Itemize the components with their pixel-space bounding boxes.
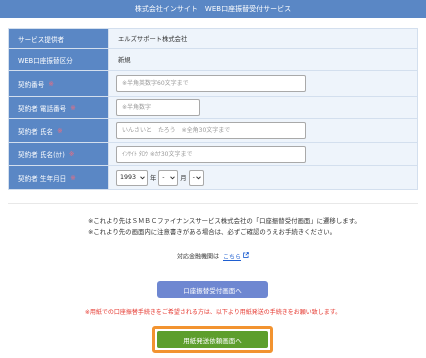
- chevron-down-icon: [170, 175, 176, 180]
- row-transfer-type: WEB口座振替区分 新規: [9, 49, 417, 71]
- birth-month-select[interactable]: -: [158, 169, 179, 186]
- required-mark: ※: [57, 126, 63, 135]
- required-mark: ※: [70, 173, 76, 182]
- paper-request-note: ※用紙での口座振替手続きをご希望される方は、以下より用紙発送の手続きをお願い致し…: [84, 309, 342, 316]
- contract-number-input[interactable]: [116, 75, 306, 92]
- required-mark: ※: [48, 79, 54, 88]
- birth-year-select[interactable]: 1993: [116, 169, 148, 186]
- birthdate-label: 契約者 生年月日 ※: [9, 166, 109, 189]
- note-line-1: ※これより先はＳＭＢＣファイナンスサービス株式会社の「口座振替受付画面」に遷移し…: [88, 217, 361, 225]
- name-kana-label-text: 契約者 氏名(ｶﾅ): [18, 151, 65, 159]
- note-line-2: ※これより先の画面内に注意書きがある場合は、必ずご確認のうえお手続きください。: [88, 228, 337, 236]
- contract-number-cell: [109, 71, 417, 96]
- service-provider-label-text: サービス提供者: [18, 35, 65, 44]
- page-header: 株式会社インサイト WEB口座振替受付サービス: [0, 0, 426, 18]
- section-divider: [8, 203, 418, 204]
- row-name: 契約者 氏名 ※: [9, 119, 417, 143]
- name-cell: [109, 119, 417, 142]
- contract-number-label-text: 契約番号: [18, 80, 45, 89]
- row-name-kana: 契約者 氏名(ｶﾅ) ※: [9, 143, 417, 166]
- service-provider-label: サービス提供者: [9, 29, 109, 48]
- institutions-link[interactable]: こちら: [223, 254, 241, 261]
- birth-day-select[interactable]: -: [188, 169, 204, 186]
- birth-day-value: -: [192, 174, 195, 181]
- transition-notes: ※これより先はＳＭＢＣファイナンスサービス株式会社の「口座振替受付画面」に遷移し…: [88, 216, 418, 238]
- name-kana-label: 契約者 氏名(ｶﾅ) ※: [9, 143, 109, 165]
- year-unit: 年: [150, 175, 157, 182]
- service-provider-value-text: エルズサポート株式会社: [118, 36, 188, 43]
- birthdate-label-text: 契約者 生年月日: [18, 174, 67, 183]
- name-kana-input[interactable]: [116, 145, 306, 163]
- required-mark: ※: [70, 103, 76, 112]
- application-form-table: サービス提供者 エルズサポート株式会社 WEB口座振替区分 新規 契約番号 ※ …: [8, 28, 418, 190]
- birthdate-cell: 1993 年 - 月 -: [109, 166, 417, 189]
- paper-request-button[interactable]: 用紙発送依頼画面へ: [157, 331, 268, 348]
- month-unit: 月: [180, 175, 187, 182]
- institutions-prefix: 対応金融機関は: [176, 253, 219, 261]
- birth-year-value: 1993: [120, 174, 137, 181]
- phone-input[interactable]: [116, 99, 200, 116]
- row-service-provider: サービス提供者 エルズサポート株式会社: [9, 29, 417, 49]
- phone-label-text: 契約者 電話番号: [18, 104, 67, 113]
- transfer-type-label-text: WEB口座振替区分: [18, 56, 73, 65]
- birth-month-value: -: [162, 174, 165, 181]
- phone-cell: [109, 97, 417, 118]
- chevron-down-icon: [140, 175, 145, 180]
- row-contract-number: 契約番号 ※: [9, 71, 417, 97]
- name-label-text: 契約者 氏名: [18, 127, 54, 136]
- external-link-icon[interactable]: [243, 252, 249, 262]
- transfer-type-label: WEB口座振替区分: [9, 49, 109, 70]
- service-provider-value: エルズサポート株式会社: [109, 29, 417, 48]
- online-transfer-button[interactable]: 口座振替受付画面へ: [157, 281, 268, 298]
- phone-label: 契約者 電話番号 ※: [9, 97, 109, 118]
- row-birthdate: 契約者 生年月日 ※ 1993 年 - 月 -: [9, 166, 417, 189]
- name-kana-cell: [109, 143, 417, 165]
- highlight-frame: 用紙発送依頼画面へ: [152, 326, 273, 353]
- row-phone: 契約者 電話番号 ※: [9, 97, 417, 119]
- name-input[interactable]: [116, 122, 306, 139]
- name-label: 契約者 氏名 ※: [9, 119, 109, 142]
- contract-number-label: 契約番号 ※: [9, 71, 109, 96]
- transfer-type-value: 新規: [109, 49, 417, 70]
- required-mark: ※: [68, 150, 75, 158]
- transfer-type-value-text: 新規: [118, 57, 131, 64]
- supported-institutions: 対応金融機関は こちら: [0, 252, 426, 263]
- chevron-down-icon: [195, 175, 201, 180]
- page-title: 株式会社インサイト WEB口座振替受付サービス: [134, 5, 292, 13]
